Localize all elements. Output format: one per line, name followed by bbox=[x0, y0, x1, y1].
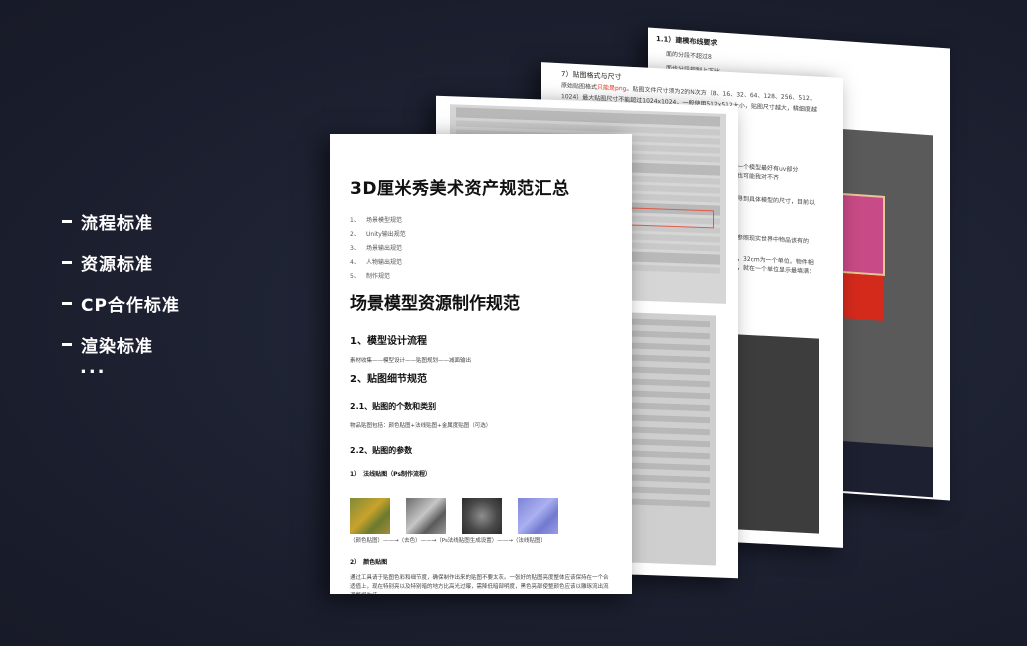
ps-normal-settings-image bbox=[462, 498, 502, 534]
menu-item-label: 流程标准 bbox=[81, 214, 153, 234]
menu-item-label: 渲染标准 bbox=[81, 337, 153, 357]
highlight-box bbox=[626, 207, 714, 229]
dash-icon bbox=[62, 302, 72, 305]
render-footer bbox=[833, 440, 933, 498]
toc-item: 2、 Unity输出规范 bbox=[350, 231, 406, 238]
toc-item: 1、 场景模型规范 bbox=[350, 217, 403, 224]
dash-icon bbox=[62, 261, 72, 264]
menu-item-cp[interactable]: CP合作标准 bbox=[62, 283, 180, 324]
toc-item: 5、 制作规范 bbox=[350, 273, 391, 280]
menu-item-resource[interactable]: 资源标准 bbox=[62, 242, 180, 283]
desaturated-map-image bbox=[406, 498, 446, 534]
model-preview bbox=[840, 192, 885, 277]
doc-page-cover: 3D厘米秀美术资产规范汇总 1、 场景模型规范 2、 Unity输出规范 3、 场景输… bbox=[330, 134, 632, 594]
table-of-contents: 1、 场景模型规范 2、 Unity输出规范 3、 场景输出规范 4、 人物输出规范 5… bbox=[350, 215, 612, 285]
toc-item: 4、 人物输出规范 bbox=[350, 259, 403, 266]
flow-text: 素材收集——模型设计——贴图规划——减面输出 bbox=[350, 358, 472, 364]
menu-item-label: 资源标准 bbox=[81, 255, 153, 275]
color-map-image bbox=[350, 498, 390, 534]
heading-design: 1、模型设计流程 bbox=[350, 336, 427, 347]
heading-count: 2.1、贴图的个数和类别 bbox=[350, 402, 437, 411]
dash-icon bbox=[62, 220, 72, 223]
normal-map-image bbox=[518, 498, 558, 534]
heading-texture: 2、贴图细节规范 bbox=[350, 374, 427, 385]
menu-item-label: CP合作标准 bbox=[81, 296, 180, 316]
standards-menu: 流程标准 资源标准 CP合作标准 渲染标准 ... bbox=[62, 201, 180, 378]
highlight-text: 只能是png bbox=[597, 84, 627, 93]
page-right-text: 一个模型最好有uv部分 也可能我对不齐 寻到具体模型的尺寸，目前以 参照现实世界… bbox=[737, 163, 816, 276]
section-title: 场景模型资源制作规范 bbox=[350, 294, 520, 314]
doc-title: 3D厘米秀美术资产规范汇总 bbox=[350, 179, 570, 199]
menu-item-process[interactable]: 流程标准 bbox=[62, 201, 180, 242]
model-base bbox=[843, 273, 883, 321]
maps-caption: （颜色贴图）——→（去色）——→（Ps法线贴图生成设置）——→（法线贴图） bbox=[350, 538, 546, 544]
count-text: 物品贴图包括：颜色贴图+法线贴图+金属度贴图（可选） bbox=[350, 423, 492, 429]
paragraph: 通过工具请于贴图色彩和细节度，确保制作出来的贴图不要太灰。一张好的贴图亮度整体应… bbox=[350, 575, 609, 594]
toc-item: 3、 场景输出规范 bbox=[350, 245, 403, 252]
heading-color: 2） 颜色贴图 bbox=[350, 559, 388, 566]
heading-params: 2.2、贴图的参数 bbox=[350, 446, 413, 455]
texture-examples bbox=[350, 486, 612, 534]
menu-more: ... bbox=[80, 357, 107, 378]
heading-normal: 1） 法线贴图（Ps制作流程） bbox=[350, 471, 432, 478]
dash-icon bbox=[62, 343, 72, 346]
